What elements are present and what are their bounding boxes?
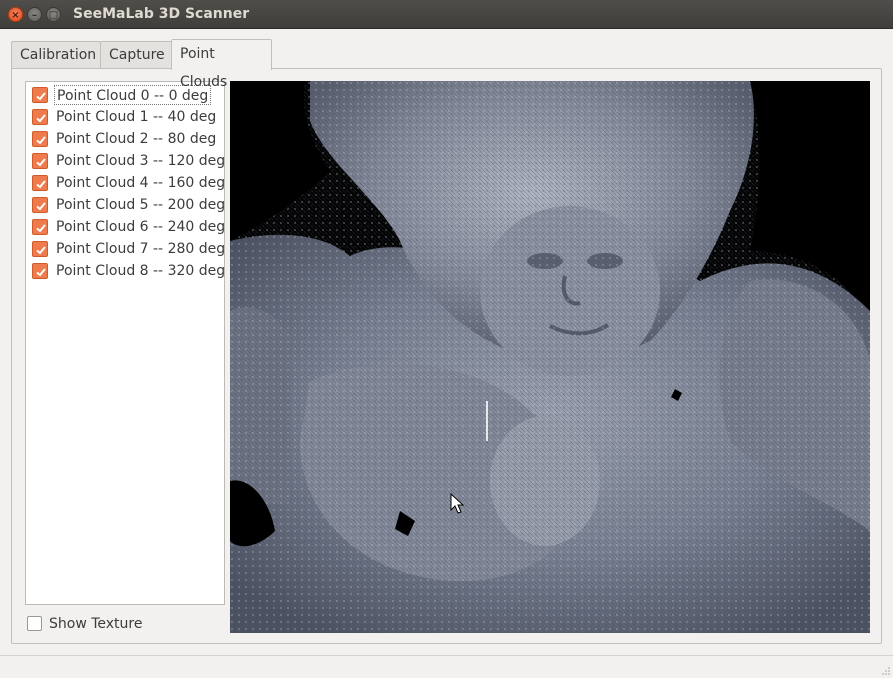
minimize-icon[interactable]: – <box>27 7 42 22</box>
list-item[interactable]: Point Cloud 2 -- 80 deg <box>32 128 224 148</box>
checkbox-checked[interactable] <box>32 131 48 147</box>
checkbox-checked[interactable] <box>32 153 48 169</box>
check-icon <box>36 268 46 277</box>
point-cloud-viewer[interactable] <box>230 81 870 633</box>
check-icon <box>36 180 46 189</box>
checkbox-checked[interactable] <box>32 87 48 103</box>
point-clouds-panel: Point Cloud 0 -- 0 deg Point Cloud 1 -- … <box>11 68 882 644</box>
show-texture-label: Show Texture <box>49 616 143 632</box>
check-icon <box>36 246 46 255</box>
check-icon <box>36 202 46 211</box>
maximize-icon[interactable]: □ <box>46 7 61 22</box>
tab-point-clouds[interactable]: Point Clouds <box>171 39 272 90</box>
list-item[interactable]: Point Cloud 7 -- 280 deg <box>32 238 226 258</box>
statue-render <box>230 81 870 633</box>
list-item[interactable]: Point Cloud 8 -- 320 deg <box>32 260 226 280</box>
list-item-label: Point Cloud 7 -- 280 deg <box>56 241 226 257</box>
check-icon <box>36 158 46 167</box>
list-item-label: Point Cloud 2 -- 80 deg <box>56 131 217 147</box>
resize-grip-icon[interactable] <box>881 666 891 676</box>
checkbox-checked[interactable] <box>32 241 48 257</box>
close-icon[interactable]: × <box>8 7 23 22</box>
checkbox-checked[interactable] <box>32 109 48 125</box>
point-cloud-list[interactable]: Point Cloud 0 -- 0 deg Point Cloud 1 -- … <box>25 81 225 605</box>
checkbox-checked[interactable] <box>32 175 48 191</box>
list-item[interactable]: Point Cloud 4 -- 160 deg <box>32 172 226 192</box>
window-title: SeeMaLab 3D Scanner <box>73 6 250 22</box>
list-item-label: Point Cloud 4 -- 160 deg <box>56 175 226 191</box>
checkbox-checked[interactable] <box>32 263 48 279</box>
status-bar <box>0 655 893 678</box>
check-icon <box>36 224 46 233</box>
list-item[interactable]: Point Cloud 6 -- 240 deg <box>32 216 226 236</box>
list-item-label: Point Cloud 6 -- 240 deg <box>56 219 226 235</box>
check-icon <box>36 92 46 101</box>
list-item-label: Point Cloud 3 -- 120 deg <box>56 153 226 169</box>
list-item-label: Point Cloud 1 -- 40 deg <box>56 109 217 125</box>
tab-calibration[interactable]: Calibration <box>11 41 101 69</box>
list-item-label: Point Cloud 8 -- 320 deg <box>56 263 226 279</box>
checkbox-unchecked[interactable] <box>27 616 42 631</box>
list-item[interactable]: Point Cloud 3 -- 120 deg <box>32 150 226 170</box>
list-item-label: Point Cloud 5 -- 200 deg <box>56 197 226 213</box>
checkbox-checked[interactable] <box>32 197 48 213</box>
checkbox-checked[interactable] <box>32 219 48 235</box>
title-bar: × – □ SeeMaLab 3D Scanner <box>0 0 893 29</box>
check-icon <box>36 114 46 123</box>
list-item[interactable]: Point Cloud 1 -- 40 deg <box>32 106 224 126</box>
tab-capture[interactable]: Capture <box>100 41 172 69</box>
check-icon <box>36 136 46 145</box>
mouse-pointer-icon <box>450 493 464 514</box>
list-item[interactable]: Point Cloud 5 -- 200 deg <box>32 194 226 214</box>
